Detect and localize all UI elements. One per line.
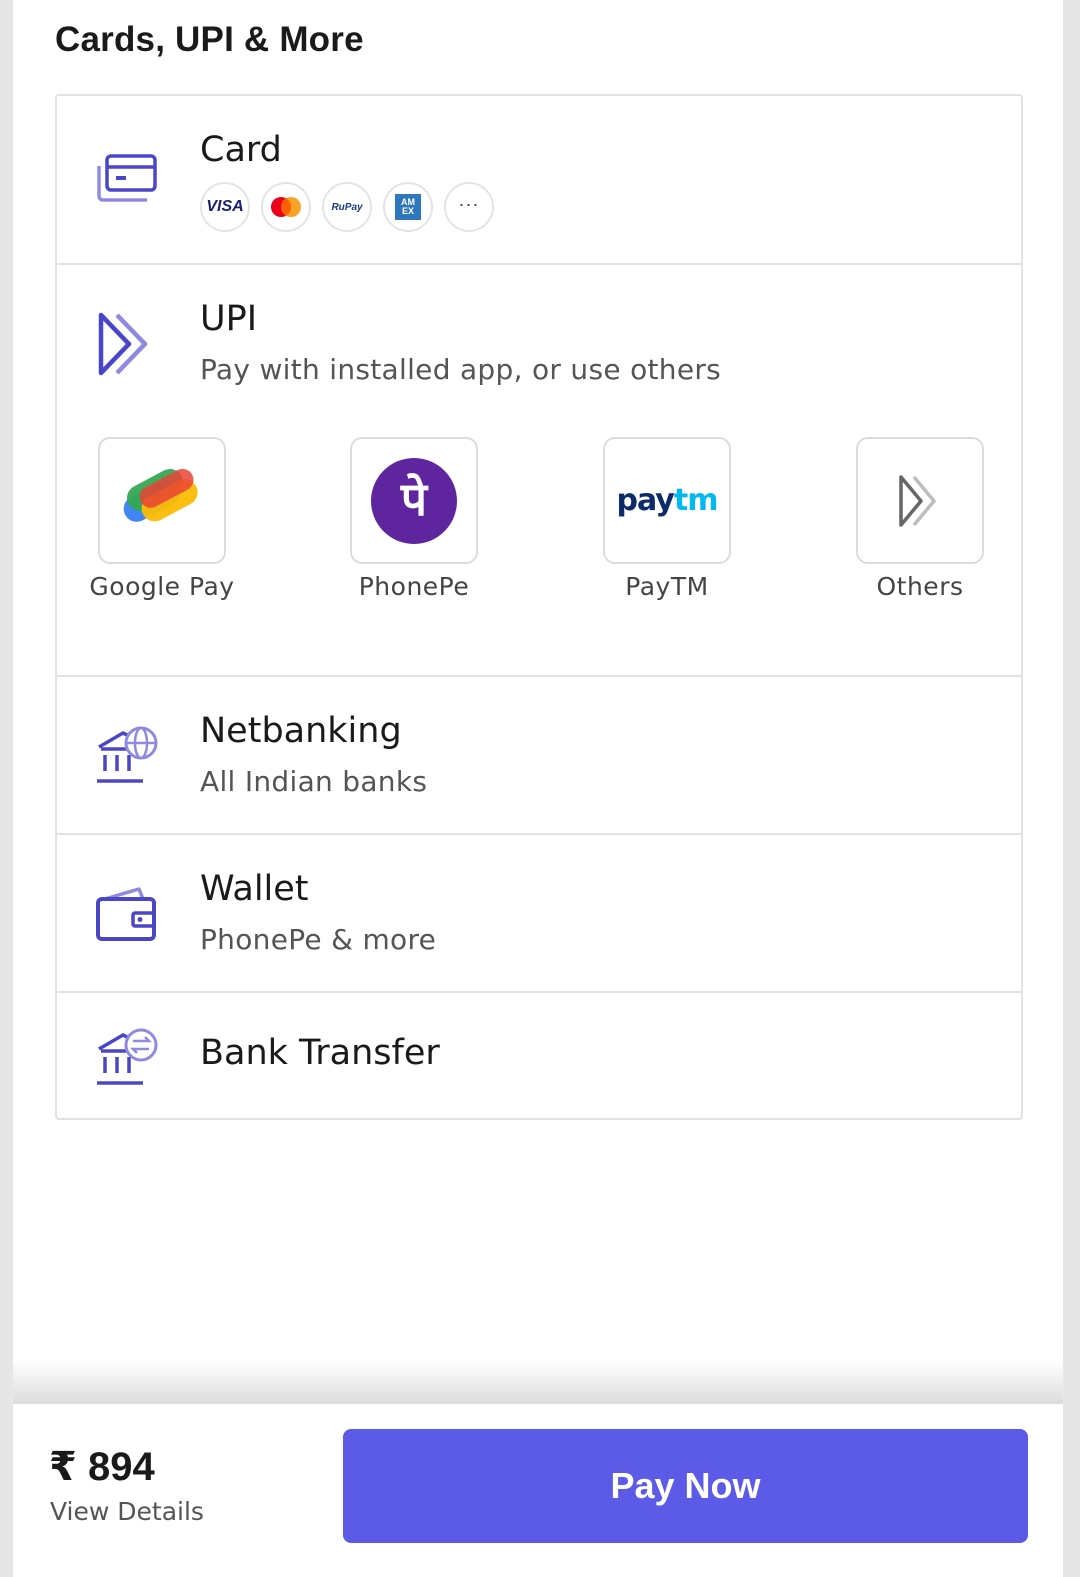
upi-subtitle: Pay with installed app, or use others [200, 353, 722, 386]
phonepe-icon: पे [371, 457, 457, 544]
view-details-link[interactable]: View Details [50, 1497, 204, 1526]
method-upi[interactable]: UPI Pay with installed app, or use other… [57, 265, 1021, 677]
paytm-option[interactable]: paytm [603, 437, 731, 564]
upi-icon [95, 311, 153, 382]
upi-others-icon [899, 474, 936, 527]
google-pay-label: Google Pay [89, 572, 235, 601]
method-bank-transfer[interactable]: Bank Transfer [57, 993, 1021, 1118]
bank-globe-icon [95, 725, 161, 790]
method-netbanking[interactable]: Netbanking All Indian banks [57, 677, 1021, 835]
others-label: Others [876, 572, 964, 601]
netbanking-subtitle: All Indian banks [200, 765, 428, 798]
paytm-label: PayTM [625, 572, 709, 601]
payment-methods-list: Card VISA RuPay AM EX ··· UPI Pay with i… [55, 94, 1023, 1120]
visa-icon: VISA [200, 182, 250, 232]
bank-transfer-title: Bank Transfer [200, 1033, 440, 1073]
google-pay-icon [123, 468, 198, 522]
card-title: Card [200, 130, 282, 170]
wallet-icon [95, 885, 159, 948]
payment-sheet: Cards, UPI & More Card VISA RuPay AM EX … [13, 0, 1063, 1577]
bank-transfer-icon [95, 1027, 161, 1092]
netbanking-title: Netbanking [200, 711, 402, 751]
total-amount: ₹ 894 [49, 1445, 155, 1489]
footer-shadow [13, 1360, 1063, 1404]
pay-now-button[interactable]: Pay Now [343, 1429, 1028, 1543]
wallet-subtitle: PhonePe & more [200, 923, 437, 956]
payment-footer: ₹ 894 View Details Pay Now [13, 1404, 1063, 1577]
section-title: Cards, UPI & More [55, 20, 364, 59]
method-card[interactable]: Card VISA RuPay AM EX ··· [57, 96, 1021, 265]
card-icon [95, 152, 159, 211]
method-wallet[interactable]: Wallet PhonePe & more [57, 835, 1021, 993]
paytm-icon: paytm [616, 483, 719, 518]
rupay-icon: RuPay [322, 182, 372, 232]
other-upi-option[interactable] [856, 437, 984, 564]
mastercard-icon [261, 182, 311, 232]
wallet-title: Wallet [200, 869, 309, 909]
phonepe-label: PhonePe [358, 572, 470, 601]
amex-icon: AM EX [383, 182, 433, 232]
google-pay-option[interactable] [98, 437, 226, 564]
upi-title: UPI [200, 299, 258, 339]
phonepe-option[interactable]: पे [350, 437, 478, 564]
more-brands-icon[interactable]: ··· [444, 182, 494, 232]
